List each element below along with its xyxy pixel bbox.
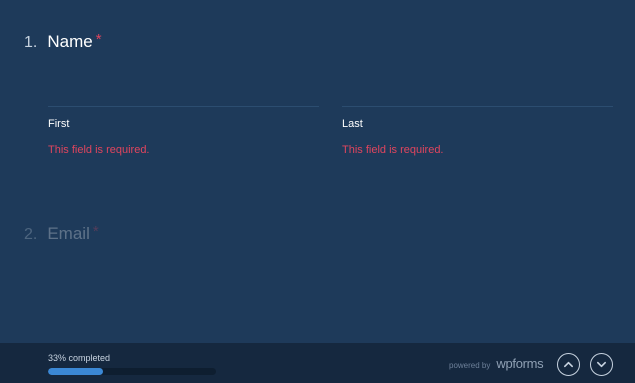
chevron-up-icon [564,361,573,368]
last-name-label: Last [342,118,363,130]
first-name-label: First [48,118,70,130]
first-name-field[interactable]: First This field is required. [48,106,319,156]
progress-bar [48,368,216,375]
required-mark: * [92,223,99,240]
required-mark: * [95,31,102,48]
last-name-input[interactable] [342,106,613,107]
first-name-input[interactable] [48,106,319,107]
question-email[interactable]: 2. Email * [24,223,99,244]
question-title: Email [47,224,90,243]
chevron-down-icon [597,361,606,368]
previous-question-button[interactable] [557,353,580,376]
progress-fill [48,368,104,375]
question-title: Name [47,32,93,51]
powered-by-text: powered by [449,361,491,370]
powered-by[interactable]: powered by wpforms [449,356,544,371]
last-name-field[interactable]: Last This field is required. [342,106,613,156]
question-number: 2. [24,226,38,243]
conversational-form: 1. Name * First This field is required. … [0,0,635,383]
question-name: 1. Name * [24,31,102,52]
progress-text: 33% completed [48,353,111,363]
footer-bar: 33% completed powered by wpforms [0,343,635,383]
question-number: 1. [24,34,38,51]
first-name-error: This field is required. [48,144,150,156]
last-name-error: This field is required. [342,144,444,156]
wpforms-logo[interactable]: wpforms [496,356,543,371]
next-question-button[interactable] [590,353,613,376]
